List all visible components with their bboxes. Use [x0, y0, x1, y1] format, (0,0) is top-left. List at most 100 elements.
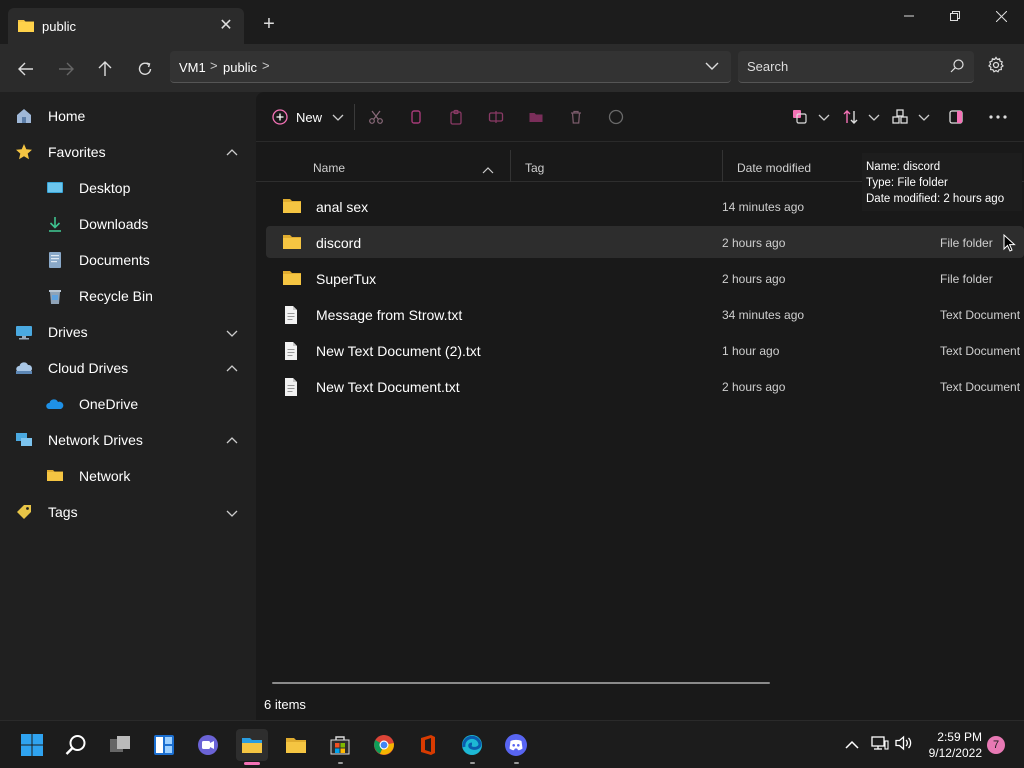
- system-clock[interactable]: 2:59 PM 9/12/2022: [922, 729, 982, 761]
- column-divider[interactable]: [722, 150, 723, 182]
- chevron-down-icon: [332, 114, 344, 121]
- forward-button[interactable]: [53, 56, 79, 82]
- back-button[interactable]: [13, 56, 39, 82]
- clipboard-icon: [450, 109, 462, 125]
- network-icon[interactable]: [871, 735, 889, 754]
- tooltip-date: Date modified: 2 hours ago: [866, 193, 1005, 205]
- sort-button[interactable]: [842, 106, 880, 128]
- rename-button[interactable]: [488, 106, 504, 128]
- search-box[interactable]: [738, 51, 974, 83]
- notification-badge[interactable]: 7: [987, 736, 1005, 754]
- file-type: File folder: [940, 236, 993, 250]
- office-button[interactable]: [412, 729, 444, 761]
- breadcrumb-separator[interactable]: >: [210, 58, 218, 73]
- paste-button[interactable]: [448, 106, 464, 128]
- select-icon: [793, 110, 807, 124]
- delete-button[interactable]: [568, 106, 584, 128]
- breadcrumb-public[interactable]: public: [223, 60, 257, 75]
- sidebar-item-favorites[interactable]: Favorites: [0, 135, 250, 169]
- select-button[interactable]: [792, 106, 830, 128]
- new-tab-button[interactable]: +: [258, 14, 280, 36]
- sidebar-item-onedrive[interactable]: OneDrive: [0, 387, 250, 421]
- sidebar-item-home[interactable]: Home: [0, 99, 250, 133]
- file-explorer-button[interactable]: [280, 729, 312, 761]
- address-bar[interactable]: VM1 > public >: [170, 51, 731, 83]
- sidebar-item-documents[interactable]: Documents: [0, 243, 250, 277]
- task-view-button[interactable]: [104, 729, 136, 761]
- chevron-down-icon[interactable]: [226, 326, 238, 341]
- settings-gear-icon[interactable]: [987, 56, 1005, 77]
- widgets-icon: [154, 735, 174, 755]
- file-row[interactable]: New Text Document (2).txt 1 hour ago Text …: [266, 334, 1024, 366]
- file-name: Message from Strow.txt: [316, 307, 463, 323]
- chevron-up-icon[interactable]: [845, 738, 859, 753]
- widgets-button[interactable]: [148, 729, 180, 761]
- breadcrumb-separator[interactable]: >: [262, 58, 270, 73]
- file-date-modified: 2 hours ago: [722, 236, 786, 250]
- chevron-down-icon[interactable]: [705, 59, 719, 76]
- file-row[interactable]: Message from Strow.txt 34 minutes ago Text…: [266, 298, 1024, 330]
- network-drive-icon: [15, 431, 33, 449]
- file-row[interactable]: New Text Document.txt 2 hours ago Text Doc…: [266, 370, 1024, 402]
- refresh-button[interactable]: [132, 56, 158, 82]
- minimize-button[interactable]: [886, 4, 932, 28]
- search-icon[interactable]: [950, 59, 964, 76]
- close-tab-button[interactable]: ✕: [216, 16, 236, 36]
- breadcrumb-vm1[interactable]: VM1: [179, 60, 206, 75]
- chevron-up-icon[interactable]: [226, 146, 238, 161]
- documents-icon: [46, 251, 64, 269]
- sidebar-item-label: Home: [48, 108, 86, 124]
- recycle-bin-icon: [46, 287, 64, 305]
- new-button[interactable]: New: [272, 106, 344, 128]
- cut-button[interactable]: [368, 106, 384, 128]
- chevron-up-icon[interactable]: [226, 362, 238, 377]
- preview-pane-button[interactable]: [948, 106, 964, 128]
- chevron-down-icon: [918, 114, 930, 121]
- tab-public[interactable]: public ✕: [8, 8, 244, 44]
- files-app-button[interactable]: [236, 729, 268, 761]
- sidebar-item-downloads[interactable]: Downloads: [0, 207, 250, 241]
- column-divider[interactable]: [510, 150, 511, 182]
- edge-button[interactable]: [456, 729, 488, 761]
- up-button[interactable]: [92, 56, 118, 82]
- microsoft-store-button[interactable]: [324, 729, 356, 761]
- chevron-down-icon[interactable]: [226, 506, 238, 521]
- taskbar-search-button[interactable]: [60, 729, 92, 761]
- sidebar-item-tags[interactable]: Tags: [0, 495, 250, 529]
- column-tag-header[interactable]: Tag: [525, 161, 544, 175]
- chevron-down-icon: [818, 114, 830, 121]
- file-row[interactable]: SuperTux 2 hours ago File folder: [266, 262, 1024, 294]
- file-explorer-icon: [286, 738, 306, 753]
- horizontal-scrollbar[interactable]: [272, 682, 770, 684]
- chrome-button[interactable]: [368, 729, 400, 761]
- sidebar-item-recycle-bin[interactable]: Recycle Bin: [0, 279, 250, 313]
- close-window-button[interactable]: [978, 4, 1024, 28]
- layout-button[interactable]: [892, 106, 930, 128]
- discord-button[interactable]: [500, 729, 532, 761]
- edge-icon: [462, 735, 482, 755]
- volume-icon[interactable]: [895, 735, 913, 754]
- column-date-header[interactable]: Date modified: [737, 161, 811, 175]
- sidebar-item-network-drives[interactable]: Network Drives: [0, 423, 250, 457]
- restore-button[interactable]: [932, 4, 978, 28]
- file-name: SuperTux: [316, 271, 377, 287]
- more-options-button[interactable]: [989, 106, 1007, 128]
- plus-circle-icon: [272, 109, 288, 125]
- sidebar-item-drives[interactable]: Drives: [0, 315, 250, 349]
- folder-icon: [46, 467, 64, 485]
- chevron-up-icon[interactable]: [226, 434, 238, 449]
- sidebar-item-network[interactable]: Network: [0, 459, 250, 493]
- copy-button[interactable]: [408, 106, 424, 128]
- teams-chat-button[interactable]: [192, 729, 224, 761]
- file-row[interactable]: discord 2 hours ago File folder: [266, 226, 1024, 258]
- onedrive-icon: [46, 395, 64, 413]
- share-button[interactable]: [528, 106, 544, 128]
- folder-icon: [282, 197, 302, 218]
- search-input[interactable]: [738, 51, 938, 81]
- column-name-header[interactable]: Name: [313, 161, 345, 175]
- start-button[interactable]: [16, 729, 48, 761]
- sidebar-item-cloud-drives[interactable]: Cloud Drives: [0, 351, 250, 385]
- sort-ascending-icon[interactable]: [482, 162, 494, 177]
- properties-button[interactable]: [608, 106, 624, 128]
- sidebar-item-desktop[interactable]: Desktop: [0, 171, 250, 205]
